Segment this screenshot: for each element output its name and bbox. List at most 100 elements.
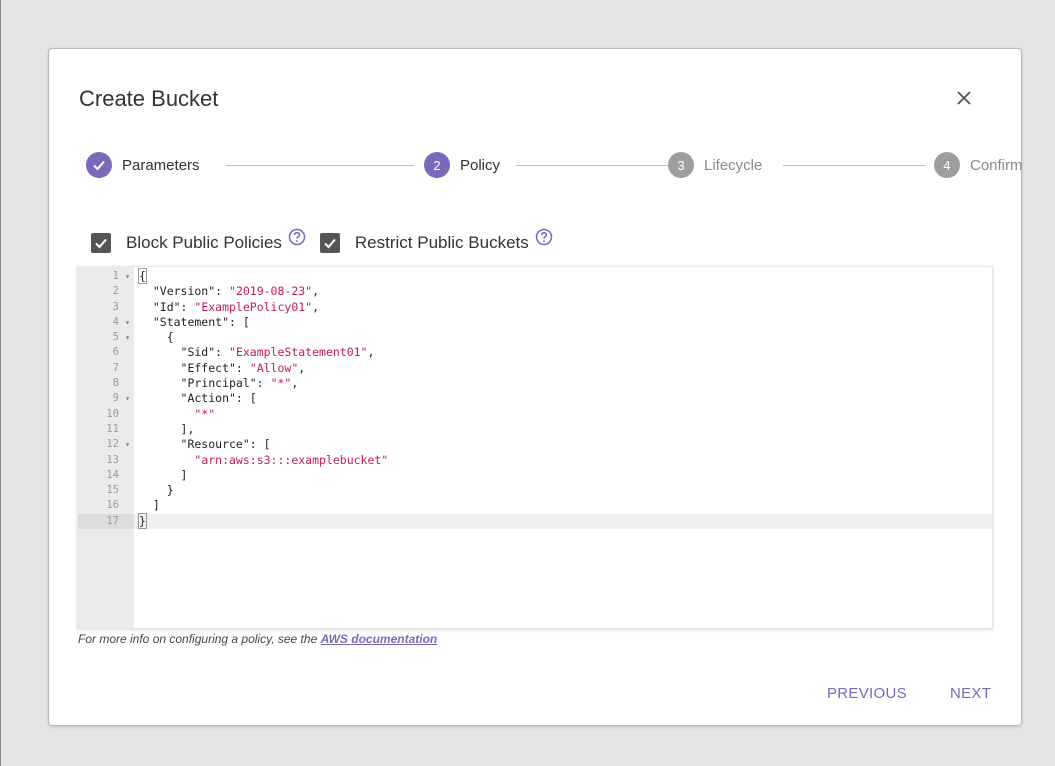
line-number: 5 ▾ — [78, 330, 134, 345]
code-line[interactable]: 13 "arn:aws:s3:::examplebucket" — [78, 453, 992, 468]
code-text: "arn:aws:s3:::examplebucket" — [194, 452, 389, 467]
line-number-text: 3 — [112, 300, 119, 313]
stepper: Parameters 2 Policy 3 Lifecycle 4 Confir… — [86, 151, 1023, 179]
restrict-public-buckets-checkbox[interactable] — [319, 233, 340, 253]
step-lifecycle[interactable]: 3 Lifecycle — [668, 151, 762, 179]
code-text: { — [138, 268, 147, 284]
footnote-text: For more info on configuring a policy, s… — [78, 632, 321, 646]
check-icon — [86, 152, 112, 178]
step-connector — [516, 165, 668, 166]
line-number: 1 ▾ — [78, 269, 134, 284]
line-number-text: 1 — [112, 270, 119, 282]
block-public-policies-checkbox[interactable] — [91, 233, 111, 253]
help-icon[interactable] — [288, 228, 306, 246]
line-number: 4 ▾ — [78, 315, 134, 330]
step-label: Confirm — [970, 156, 1023, 174]
code-text: "Effect": "Allow", — [139, 360, 306, 375]
fold-arrow-icon[interactable]: ▾ — [125, 391, 130, 406]
code-text: } — [138, 512, 147, 529]
code-line[interactable]: 17} — [78, 512, 992, 530]
line-number-text: 17 — [106, 514, 119, 527]
step-label: Parameters — [122, 156, 200, 174]
next-button[interactable]: NEXT — [950, 685, 991, 702]
step-confirm[interactable]: 4 Confirm — [934, 151, 1023, 179]
step-number: 3 — [668, 152, 694, 178]
line-number-text: 4 — [112, 315, 119, 328]
line-number: 17 — [78, 513, 134, 530]
block-public-policies-label: Block Public Policies — [126, 233, 282, 252]
line-number-text: 8 — [112, 377, 119, 390]
dialog-title: Create Bucket — [79, 86, 219, 111]
step-label: Policy — [460, 156, 501, 174]
code-line[interactable]: 2 "Version": "2019-08-23", — [78, 284, 992, 299]
code-text: ], — [139, 421, 195, 436]
line-number-text: 14 — [106, 468, 119, 481]
line-number-text: 15 — [106, 484, 119, 497]
code-lines: 1 ▾{2 "Version": "2019-08-23", 3 "Id": "Ex… — [78, 268, 992, 530]
code-text: "Statement": [ — [139, 314, 250, 329]
policy-code-editor[interactable]: 1 ▾{2 "Version": "2019-08-23", 3 "Id": "Ex… — [77, 266, 993, 629]
code-text: } — [139, 483, 174, 498]
code-text: "Principal": "*", — [139, 376, 299, 391]
step-policy[interactable]: 2 Policy — [424, 151, 500, 179]
line-number-text: 5 — [112, 331, 119, 344]
fold-arrow-icon[interactable]: ▾ — [125, 437, 130, 452]
code-line[interactable]: 8 "Principal": "*", — [78, 376, 992, 391]
fold-arrow-icon[interactable]: ▾ — [125, 315, 130, 330]
code-line[interactable]: 3 "Id": "ExamplePolicy01", — [78, 300, 992, 315]
line-number: 11 — [78, 422, 134, 437]
code-text: ] — [139, 467, 188, 482]
policy-help-text: For more info on configuring a policy, s… — [78, 632, 437, 646]
line-number: 6 — [78, 345, 134, 360]
line-number-text: 6 — [112, 346, 119, 359]
step-connector — [226, 165, 414, 166]
line-number: 8 — [78, 376, 134, 391]
code-line[interactable]: 10 "*" — [78, 407, 992, 422]
code-text: "*" — [194, 406, 216, 421]
line-number: 12 ▾ — [78, 437, 134, 452]
line-number: 10 — [78, 407, 134, 422]
code-text: "Sid": "ExampleStatement01", — [139, 345, 375, 360]
code-text: { — [139, 330, 174, 345]
line-number-text: 13 — [106, 453, 119, 466]
previous-button[interactable]: PREVIOUS — [827, 685, 907, 702]
line-number-text: 16 — [106, 499, 119, 512]
line-number-text: 7 — [112, 361, 119, 374]
help-icon[interactable] — [535, 228, 553, 246]
line-number-text: 10 — [106, 407, 119, 420]
line-number: 2 — [78, 284, 134, 299]
aws-documentation-link[interactable]: AWS documentation — [321, 632, 438, 646]
step-connector — [783, 165, 925, 166]
restrict-public-buckets-label: Restrict Public Buckets — [354, 233, 529, 252]
code-line[interactable]: 7 "Effect": "Allow", — [78, 361, 992, 376]
code-text: "Resource": [ — [139, 437, 271, 452]
step-parameters[interactable]: Parameters — [86, 151, 200, 179]
close-icon[interactable] — [952, 86, 976, 110]
line-number: 9 ▾ — [78, 391, 134, 406]
line-number-text: 9 — [112, 392, 119, 405]
line-number-text: 12 — [106, 438, 119, 451]
code-line[interactable]: 5 ▾ { — [78, 330, 992, 345]
code-line[interactable]: 15 } — [78, 483, 992, 498]
line-number: 7 — [78, 361, 134, 376]
step-number: 2 — [424, 152, 450, 178]
line-number: 3 — [78, 300, 134, 315]
code-line[interactable]: 6 "Sid": "ExampleStatement01", — [78, 345, 992, 360]
code-line[interactable]: 1 ▾{ — [78, 268, 992, 284]
window-edge — [0, 0, 1, 766]
line-number: 13 — [78, 453, 134, 468]
code-line[interactable]: 9 ▾ "Action": [ — [78, 391, 992, 406]
code-line[interactable]: 12 ▾ "Resource": [ — [78, 437, 992, 452]
step-number: 4 — [934, 152, 960, 178]
code-line[interactable]: 11 ], — [78, 422, 992, 437]
line-number: 14 — [78, 468, 134, 483]
code-line[interactable]: 14 ] — [78, 468, 992, 483]
line-number-text: 11 — [106, 422, 119, 435]
code-line[interactable]: 16 ] — [78, 498, 992, 513]
fold-arrow-icon[interactable]: ▾ — [125, 330, 130, 345]
fold-arrow-icon[interactable]: ▾ — [125, 269, 130, 284]
step-label: Lifecycle — [704, 156, 763, 174]
code-line[interactable]: 4 ▾ "Statement": [ — [78, 315, 992, 330]
line-number: 16 — [78, 498, 134, 513]
create-bucket-dialog: Create Bucket Parameters 2 Policy 3 Life… — [48, 48, 1023, 726]
